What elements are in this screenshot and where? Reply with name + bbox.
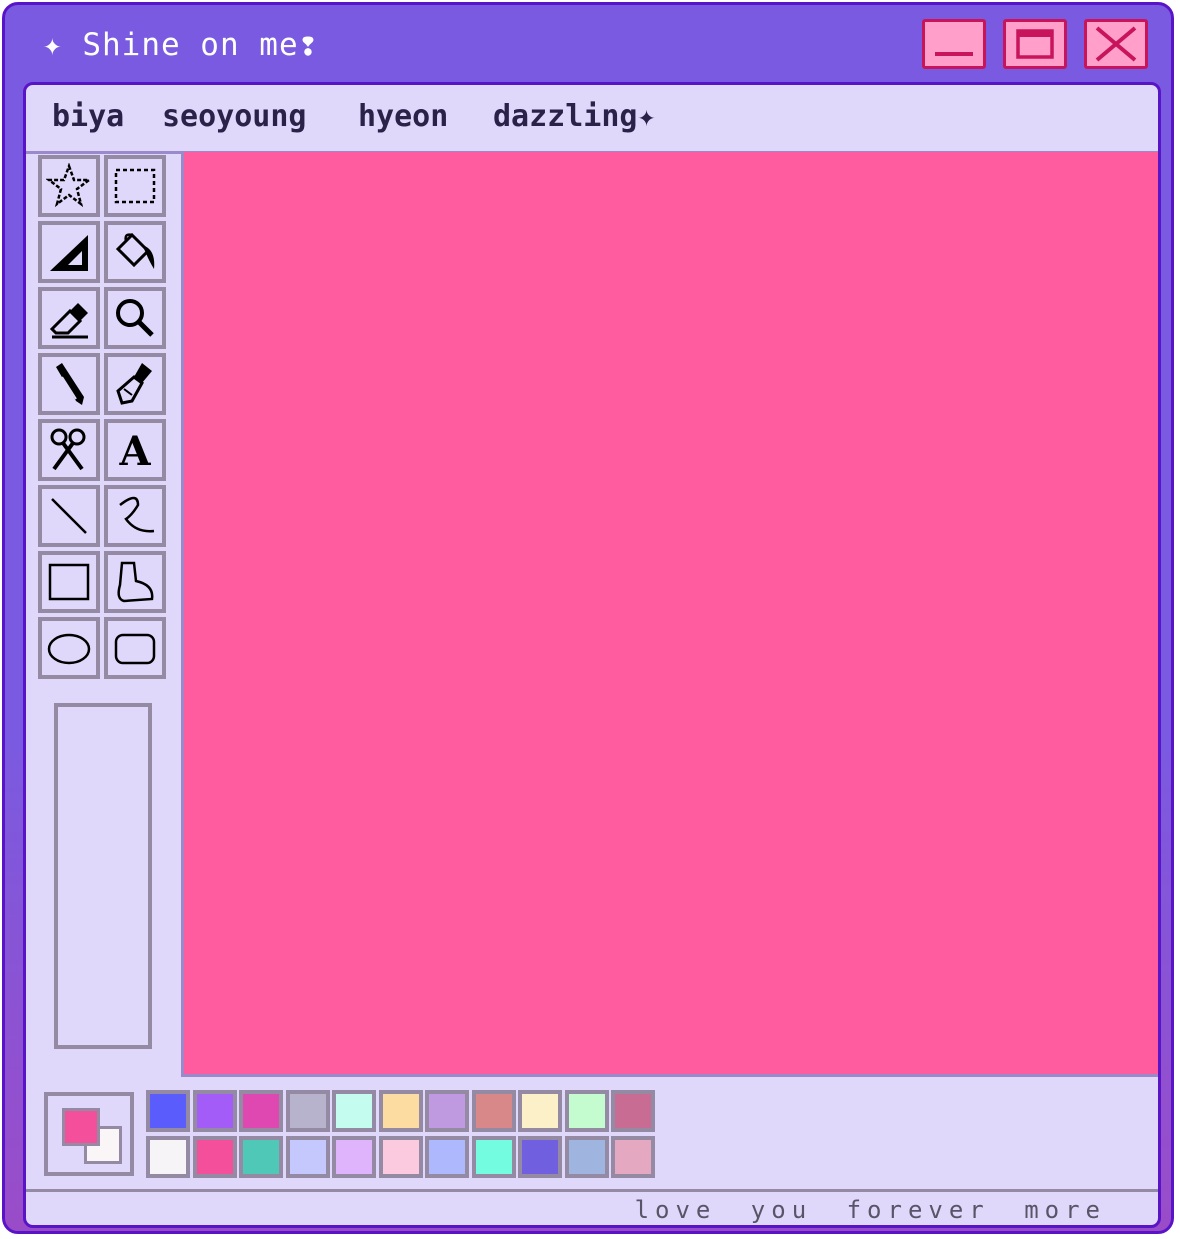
palette-swatch[interactable]	[239, 1136, 283, 1178]
tool-text[interactable]: A	[104, 419, 166, 481]
palette-swatch[interactable]	[471, 1136, 516, 1178]
tool-curve[interactable]	[104, 485, 166, 547]
tool-star-select[interactable]	[38, 155, 100, 217]
magnifier-icon	[116, 299, 154, 337]
minimize-button[interactable]	[922, 19, 986, 69]
rect-select-icon	[114, 168, 156, 204]
menu-item-biya[interactable]: biya	[52, 99, 124, 134]
palette-swatch[interactable]	[285, 1090, 330, 1132]
tool-scissors[interactable]	[38, 419, 100, 481]
close-button[interactable]	[1084, 19, 1148, 69]
palette-swatch[interactable]	[239, 1090, 283, 1132]
brush-icon	[116, 363, 152, 405]
palette-swatch[interactable]	[425, 1136, 469, 1178]
palette-swatch[interactable]	[192, 1136, 237, 1178]
paint-window: ✦ Shine on me❢ biya seoyoung hyeon dazzl…	[2, 2, 1174, 1234]
palette-swatch[interactable]	[611, 1136, 655, 1178]
tool-fill[interactable]	[104, 221, 166, 283]
palette-swatch[interactable]	[425, 1090, 469, 1132]
foreground-color-swatch[interactable]	[62, 1108, 100, 1146]
tool-pencil[interactable]	[38, 353, 100, 415]
scissors-icon	[50, 428, 86, 471]
palette-swatch[interactable]	[518, 1090, 562, 1132]
palette-swatch[interactable]	[378, 1090, 423, 1132]
current-colors[interactable]	[44, 1092, 134, 1176]
palette-swatch[interactable]	[146, 1136, 190, 1178]
svg-text:A: A	[118, 428, 151, 473]
menu-item-dazzling[interactable]: dazzling✦	[493, 99, 656, 134]
tool-options-box[interactable]	[54, 703, 152, 1049]
tool-line[interactable]	[38, 485, 100, 547]
pencil-icon	[56, 363, 84, 405]
star-select-icon	[46, 163, 92, 208]
palette-swatch[interactable]	[332, 1136, 376, 1178]
status-text: love you forever more	[634, 1196, 1106, 1224]
menu-item-seoyoung[interactable]: seoyoung	[162, 99, 307, 134]
tool-rect-select[interactable]	[104, 155, 166, 217]
polygon-icon	[117, 561, 154, 603]
palette-swatch[interactable]	[518, 1136, 562, 1178]
ellipse-icon	[47, 633, 91, 665]
palette-swatch[interactable]	[378, 1136, 423, 1178]
palette-swatch[interactable]	[564, 1090, 609, 1132]
line-icon	[51, 498, 87, 534]
palette-swatch[interactable]	[564, 1136, 609, 1178]
tool-brush[interactable]	[104, 353, 166, 415]
tool-rounded-rect[interactable]	[104, 617, 166, 679]
maximize-button[interactable]	[1003, 19, 1067, 69]
palette-swatch[interactable]	[332, 1090, 376, 1132]
rounded-rect-icon	[114, 633, 156, 665]
tool-eraser[interactable]	[38, 287, 100, 349]
tool-polygon[interactable]	[104, 551, 166, 613]
tool-zoom[interactable]	[104, 287, 166, 349]
close-icon	[1095, 26, 1137, 62]
window-title: ✦ Shine on me❢	[43, 27, 319, 63]
palette-swatch[interactable]	[192, 1090, 237, 1132]
minimize-icon	[935, 52, 973, 56]
palette-swatch[interactable]	[471, 1090, 516, 1132]
eraser-icon	[49, 303, 88, 339]
palette-swatch[interactable]	[146, 1090, 190, 1132]
palette-swatch[interactable]	[285, 1136, 330, 1178]
curve-icon	[119, 496, 155, 533]
tool-triangle[interactable]	[38, 221, 100, 283]
paint-bucket-icon	[115, 232, 155, 269]
triangle-ruler-icon	[50, 235, 88, 271]
tool-ellipse[interactable]	[38, 617, 100, 679]
maximize-icon	[1016, 29, 1054, 59]
text-icon: A	[118, 428, 151, 473]
menu-item-hyeon[interactable]: hyeon	[358, 99, 448, 134]
palette-swatch[interactable]	[611, 1090, 655, 1132]
color-palette-area	[26, 1075, 1158, 1189]
window-body: biya seoyoung hyeon dazzling✦ A love you…	[23, 82, 1161, 1228]
status-bar: love you forever more	[26, 1189, 1158, 1225]
rectangle-icon	[48, 563, 90, 601]
drawing-canvas[interactable]	[181, 152, 1158, 1077]
tool-rectangle[interactable]	[38, 551, 100, 613]
menu-bar: biya seoyoung hyeon dazzling✦	[26, 85, 1158, 154]
